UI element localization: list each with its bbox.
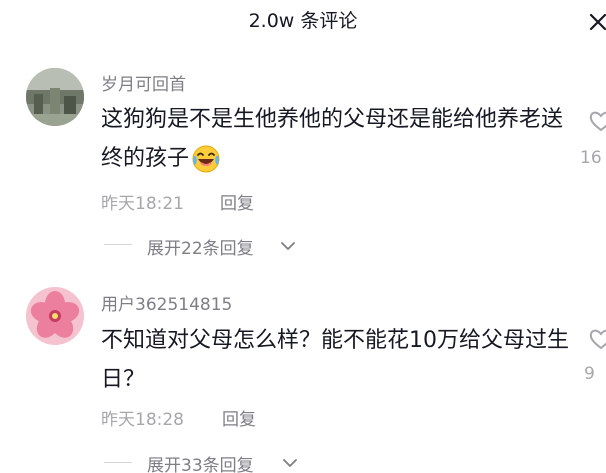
close-icon[interactable] <box>588 12 606 32</box>
expand-divider <box>104 244 132 245</box>
like-count: 9 <box>584 364 595 384</box>
comment-time: 昨天18:21 <box>101 194 184 214</box>
expand-replies-label[interactable]: 展开33条回复 <box>147 451 254 473</box>
comment-count-title: 2.0w 条评论 <box>0 6 606 33</box>
comment-body: 不知道对父母怎么样？能不能花10万给父母过生日？ <box>101 328 569 392</box>
comment-username[interactable]: 岁月可回首 <box>101 70 186 95</box>
comment-text: 这狗狗是不是生他养他的父母还是能给他养老送终的孩子 <box>101 100 571 178</box>
reply-button[interactable]: 回复 <box>222 405 256 430</box>
laughing-crying-emoji <box>192 145 220 173</box>
expand-replies-label[interactable]: 展开22条回复 <box>147 234 254 259</box>
comment-count: 2.0w <box>248 10 295 32</box>
comment-header: 2.0w 条评论 <box>0 0 606 48</box>
comment-time: 昨天18:28 <box>101 410 184 430</box>
avatar[interactable] <box>26 68 84 126</box>
expand-divider <box>104 462 132 463</box>
heart-outline-icon[interactable] <box>588 326 606 352</box>
chevron-down-icon[interactable] <box>282 457 298 469</box>
comment-count-label: 条评论 <box>300 10 358 32</box>
heart-outline-icon[interactable] <box>588 108 606 134</box>
comment-username[interactable]: 用户362514815 <box>101 290 232 315</box>
comment-panel: 2.0w 条评论 岁月可回首 这狗狗是不是生他养他的父母还是能给他养老送终的孩子 <box>0 0 606 473</box>
like-count: 16 <box>580 148 602 168</box>
avatar[interactable] <box>26 287 84 345</box>
comment-text: 不知道对父母怎么样？能不能花10万给父母过生日？ <box>101 321 571 399</box>
comment-body: 这狗狗是不是生他养他的父母还是能给他养老送终的孩子 <box>101 107 564 171</box>
reply-button[interactable]: 回复 <box>220 189 254 214</box>
chevron-down-icon[interactable] <box>280 240 296 252</box>
